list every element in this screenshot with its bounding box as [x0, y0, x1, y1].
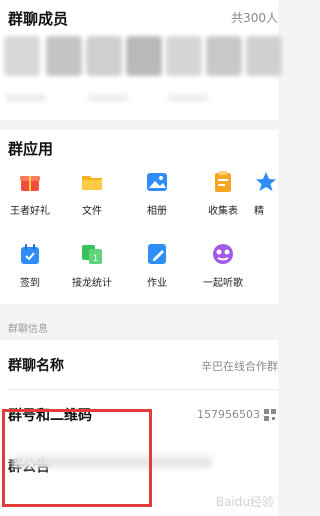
app-files[interactable]: 文件	[62, 170, 122, 217]
svg-text:1: 1	[93, 254, 99, 264]
group-name-label: 群聊名称	[8, 358, 64, 374]
avatar[interactable]	[86, 36, 122, 76]
app-label: 接龙统计	[72, 278, 112, 289]
avatar[interactable]	[4, 36, 40, 76]
clipboard-icon	[215, 171, 231, 192]
app-chain-stats[interactable]: 1 接龙统计	[62, 242, 122, 289]
app-listen-together[interactable]: 一起听歌	[193, 242, 253, 289]
app-gift[interactable]: 王者好礼	[0, 170, 60, 217]
calendar-icon	[21, 244, 39, 264]
app-label: 王者好礼	[10, 206, 50, 217]
group-name-value: 辛巴在线合作群	[201, 360, 278, 373]
members-title: 群聊成员	[8, 10, 69, 28]
members-count[interactable]: 共300人	[231, 9, 278, 26]
album-icon	[147, 173, 167, 191]
group-apps-title: 群应用	[8, 140, 54, 158]
avatar[interactable]	[46, 36, 82, 76]
app-checkin[interactable]: 签到	[0, 242, 60, 289]
group-number-value: 157956503	[197, 408, 260, 421]
folder-icon	[82, 176, 102, 190]
app-label: 签到	[20, 278, 40, 289]
avatar[interactable]	[126, 36, 162, 76]
group-name-row[interactable]: 群聊名称 辛巴在线合作群	[0, 340, 278, 390]
app-homework[interactable]: 作业	[127, 242, 187, 289]
qrcode-icon	[264, 409, 276, 421]
section-label-group-info: 群聊信息	[8, 324, 48, 335]
avatar-name	[168, 94, 208, 102]
members-card[interactable]: 群聊成员 共300人	[0, 0, 282, 120]
app-label: 一起听歌	[203, 278, 243, 289]
app-album[interactable]: 相册	[127, 170, 187, 217]
avatar[interactable]	[246, 36, 282, 76]
avatar-name	[88, 94, 128, 102]
homework-icon	[148, 244, 166, 264]
group-apps-card: 群应用 王者好礼 文件 相册 收集表 精 签到 1 接龙统计 作业 一起听歌	[0, 130, 278, 304]
music-icon	[213, 244, 233, 264]
chain-icon: 1	[82, 245, 102, 264]
app-label: 收集表	[208, 206, 238, 217]
app-label: 作业	[147, 278, 167, 289]
app-label: 文件	[82, 206, 102, 217]
highlight-box	[2, 409, 152, 507]
app-label: 相册	[147, 206, 167, 217]
avatar-name	[6, 94, 46, 102]
star-icon	[256, 172, 276, 191]
avatar[interactable]	[166, 36, 202, 76]
app-collection-form[interactable]: 收集表	[193, 170, 253, 217]
avatar[interactable]	[206, 36, 242, 76]
app-label: 精	[254, 206, 264, 217]
member-avatars[interactable]	[0, 32, 282, 102]
app-highlights[interactable]: 精	[254, 170, 278, 217]
gift-icon	[20, 176, 40, 191]
watermark: Baidu经验	[215, 495, 274, 509]
